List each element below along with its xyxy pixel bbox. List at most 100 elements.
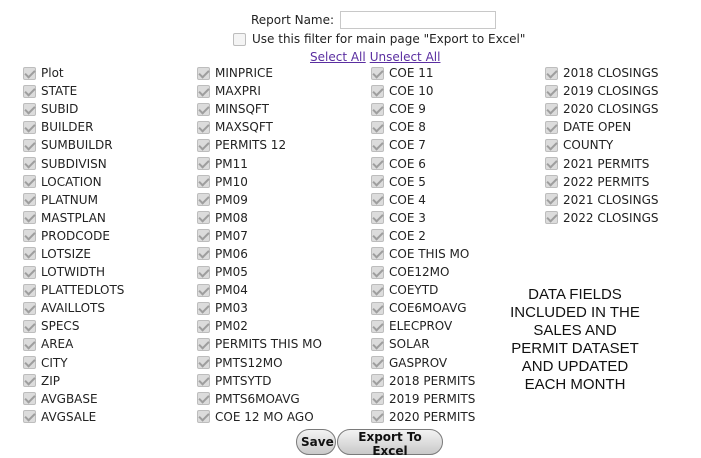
field-checkbox[interactable]: [23, 211, 36, 225]
field-option[interactable]: COE12MO: [371, 263, 475, 281]
field-checkbox[interactable]: [23, 66, 36, 80]
field-checkbox[interactable]: [197, 301, 210, 315]
field-checkbox[interactable]: [23, 265, 36, 279]
field-checkbox[interactable]: [197, 157, 210, 171]
field-checkbox[interactable]: [371, 211, 384, 225]
field-option[interactable]: PLATNUM: [23, 191, 124, 209]
field-option[interactable]: BUILDER: [23, 118, 124, 136]
field-checkbox[interactable]: [23, 392, 36, 406]
field-option[interactable]: PERMITS 12: [197, 136, 322, 154]
field-option[interactable]: MINPRICE: [197, 64, 322, 82]
field-option[interactable]: 2018 CLOSINGS: [545, 64, 658, 82]
field-checkbox[interactable]: [371, 374, 384, 388]
field-checkbox[interactable]: [371, 120, 384, 134]
field-option[interactable]: LOCATION: [23, 173, 124, 191]
field-option[interactable]: PRODCODE: [23, 227, 124, 245]
field-option[interactable]: PLATTEDLOTS: [23, 281, 124, 299]
field-checkbox[interactable]: [23, 229, 36, 243]
field-option[interactable]: AVGSALE: [23, 408, 124, 426]
field-option[interactable]: MAXSQFT: [197, 118, 322, 136]
field-checkbox[interactable]: [197, 374, 210, 388]
field-checkbox[interactable]: [23, 374, 36, 388]
field-option[interactable]: COUNTY: [545, 136, 658, 154]
field-checkbox[interactable]: [371, 265, 384, 279]
use-filter-checkbox[interactable]: [233, 32, 246, 46]
field-option[interactable]: AVAILLOTS: [23, 299, 124, 317]
field-option[interactable]: 2018 PERMITS: [371, 372, 475, 390]
field-checkbox[interactable]: [197, 337, 210, 351]
field-checkbox[interactable]: [545, 84, 558, 98]
field-checkbox[interactable]: [545, 138, 558, 152]
field-checkbox[interactable]: [197, 319, 210, 333]
field-option[interactable]: STATE: [23, 82, 124, 100]
field-option[interactable]: ELECPROV: [371, 317, 475, 335]
field-option[interactable]: AREA: [23, 335, 124, 353]
field-checkbox[interactable]: [23, 247, 36, 261]
field-checkbox[interactable]: [545, 102, 558, 116]
field-checkbox[interactable]: [545, 175, 558, 189]
field-option[interactable]: ZIP: [23, 372, 124, 390]
field-option[interactable]: COE 11: [371, 64, 475, 82]
field-option[interactable]: PM02: [197, 317, 322, 335]
field-checkbox[interactable]: [371, 229, 384, 243]
field-checkbox[interactable]: [23, 319, 36, 333]
field-checkbox[interactable]: [197, 392, 210, 406]
field-option[interactable]: COE6MOAVG: [371, 299, 475, 317]
field-checkbox[interactable]: [371, 319, 384, 333]
field-checkbox[interactable]: [23, 157, 36, 171]
field-checkbox[interactable]: [197, 229, 210, 243]
field-checkbox[interactable]: [23, 120, 36, 134]
field-checkbox[interactable]: [197, 356, 210, 370]
field-option[interactable]: COE 4: [371, 191, 475, 209]
field-option[interactable]: PM04: [197, 281, 322, 299]
field-checkbox[interactable]: [371, 138, 384, 152]
field-option[interactable]: COE 8: [371, 118, 475, 136]
field-checkbox[interactable]: [23, 175, 36, 189]
field-checkbox[interactable]: [197, 175, 210, 189]
field-checkbox[interactable]: [23, 102, 36, 116]
select-all-link[interactable]: Select All: [310, 50, 366, 64]
field-option[interactable]: SUBDIVISN: [23, 154, 124, 172]
field-option[interactable]: COE 5: [371, 173, 475, 191]
field-option[interactable]: 2022 PERMITS: [545, 173, 658, 191]
field-checkbox[interactable]: [545, 211, 558, 225]
field-option[interactable]: COE THIS MO: [371, 245, 475, 263]
field-checkbox[interactable]: [23, 337, 36, 351]
field-option[interactable]: SUMBUILDR: [23, 136, 124, 154]
field-checkbox[interactable]: [197, 120, 210, 134]
field-option[interactable]: Plot: [23, 64, 124, 82]
field-option[interactable]: COE 9: [371, 100, 475, 118]
field-option[interactable]: PERMITS THIS MO: [197, 335, 322, 353]
field-option[interactable]: COE 10: [371, 82, 475, 100]
field-option[interactable]: LOTSIZE: [23, 245, 124, 263]
field-checkbox[interactable]: [197, 84, 210, 98]
field-option[interactable]: SUBID: [23, 100, 124, 118]
report-name-input[interactable]: [340, 11, 497, 29]
export-to-excel-button[interactable]: Export To Excel: [337, 429, 443, 458]
field-checkbox[interactable]: [371, 102, 384, 116]
field-checkbox[interactable]: [545, 120, 558, 134]
field-option[interactable]: PM03: [197, 299, 322, 317]
field-checkbox[interactable]: [545, 193, 558, 207]
field-option[interactable]: DATE OPEN: [545, 118, 658, 136]
field-checkbox[interactable]: [197, 211, 210, 225]
save-button[interactable]: Save: [296, 429, 336, 455]
field-option[interactable]: PM05: [197, 263, 322, 281]
field-checkbox[interactable]: [197, 265, 210, 279]
field-option[interactable]: PM08: [197, 209, 322, 227]
field-option[interactable]: 2020 CLOSINGS: [545, 100, 658, 118]
field-option[interactable]: PMTS12MO: [197, 354, 322, 372]
field-option[interactable]: SOLAR: [371, 335, 475, 353]
field-option[interactable]: LOTWIDTH: [23, 263, 124, 281]
field-checkbox[interactable]: [371, 283, 384, 297]
field-checkbox[interactable]: [23, 356, 36, 370]
field-checkbox[interactable]: [23, 283, 36, 297]
field-checkbox[interactable]: [371, 66, 384, 80]
field-checkbox[interactable]: [23, 84, 36, 98]
field-checkbox[interactable]: [545, 157, 558, 171]
field-checkbox[interactable]: [197, 193, 210, 207]
field-checkbox[interactable]: [371, 337, 384, 351]
field-option[interactable]: CITY: [23, 354, 124, 372]
field-option[interactable]: SPECS: [23, 317, 124, 335]
field-option[interactable]: COEYTD: [371, 281, 475, 299]
